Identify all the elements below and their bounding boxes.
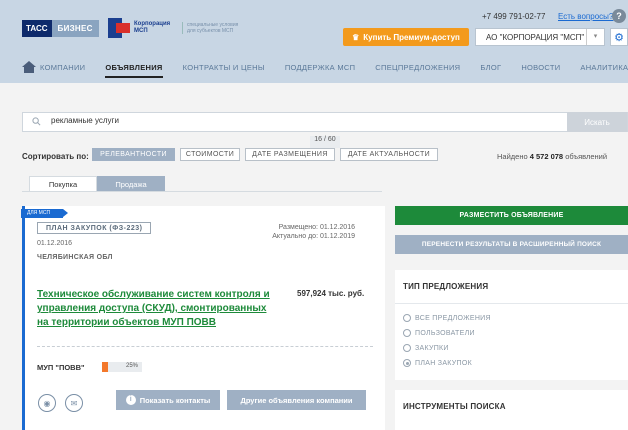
results-count: Найдено 4 572 078 объявлений [497,152,607,161]
site-header: ТАСС БИЗНЕС Корпорация МСП специальные у… [0,0,628,83]
customer-rating-label: 25% [126,363,139,369]
placed-date: Размещено: 01.12.2016 [278,224,355,231]
customer-rating-bar: 25% [102,362,142,372]
procurement-plan-badge: ПЛАН ЗАКУПОК (ФЗ-223) [37,222,152,234]
radio-circle-icon [403,329,411,337]
offer-type-separator [395,303,628,304]
radio-circle-icon [403,314,411,322]
offer-type-panel: ТИП ПРЕДЛОЖЕНИЯ ВСЕ ПРЕДЛОЖЕНИЯ ПОЛЬЗОВА… [395,270,628,380]
announcement-price: 597,924 тыс. руб. [297,289,365,298]
nav-item-contracts[interactable]: КОНТРАКТЫ И ЦЕНЫ [183,63,265,72]
search-input[interactable] [51,116,551,125]
radio-users[interactable]: ПОЛЬЗОВАТЕЛИ [403,329,475,337]
customer-name[interactable]: МУП "ПОВВ" [37,363,85,372]
sort-price-button[interactable]: СТОИМОСТИ [180,148,240,161]
search-button[interactable]: Искать [567,112,627,132]
msp-name: Корпорация МСП [134,21,171,34]
results-count-number: 4 572 078 [529,152,564,161]
tab-sale[interactable]: Продажа [97,176,165,192]
organization-select[interactable]: АО "КОРПОРАЦИЯ "МСП" ▾ [475,28,605,46]
announcement-date: 01.12.2016 [37,240,73,247]
message-button[interactable]: ✉ [65,394,83,412]
post-announcement-button[interactable]: РАЗМЕСТИТЬ ОБЪЯВЛЕНИЕ [395,206,628,225]
radio-procurement-plan-label: ПЛАН ЗАКУПОК [415,359,472,367]
msp-logo-icon [108,18,130,38]
nav-item-support[interactable]: ПОДДЕРЖКА МСП [285,63,355,72]
sort-date-actual-button[interactable]: ДАТЕ АКТУАЛЬНОСТИ [340,148,438,161]
tass-business-logo[interactable]: ТАСС БИЗНЕС [22,20,99,37]
transfer-to-advanced-search-button[interactable]: ПЕРЕНЕСТИ РЕЗУЛЬТАТЫ В РАСШИРЕННЫЙ ПОИСК [395,235,628,254]
radio-purchases[interactable]: ЗАКУПКИ [403,344,449,352]
announcement-region: ЧЕЛЯБИНСКАЯ ОБЛ [37,254,113,261]
show-contacts-button[interactable]: i Показать контакты [116,390,220,410]
tab-purchase[interactable]: Покупка [29,176,97,192]
nav-item-special-offers[interactable]: СПЕЦПРЕДЛОЖЕНИЯ [375,63,460,72]
results-count-suffix: объявлений [563,152,608,161]
tabs-divider [22,191,382,192]
main-nav: КОМПАНИИ ОБЪЯВЛЕНИЯ КОНТРАКТЫ И ЦЕНЫ ПОД… [0,57,628,78]
crown-icon: ♛ [352,32,360,42]
show-contacts-label: Показать контакты [139,395,211,405]
radio-circle-icon [403,344,411,352]
actual-until-date: Актуально до: 01.12.2019 [272,233,355,240]
offer-type-title: ТИП ПРЕДЛОЖЕНИЯ [403,282,489,291]
view-button[interactable]: ◉ [38,394,56,412]
help-icon[interactable]: ? [612,9,626,23]
buy-premium-label: Купить Премиум-доступ [363,32,460,42]
msp-badge: ДЛЯ МСП [21,209,68,218]
sort-relevance-button[interactable]: РЕЛЕВАНТНОСТИ [92,148,175,161]
logo-biz-text: БИЗНЕС [51,20,99,37]
logo-tass-text: ТАСС [22,20,52,37]
radio-procurement-plan[interactable]: ПЛАН ЗАКУПОК [403,359,472,367]
radio-all-offers[interactable]: ВСЕ ПРЕДЛОЖЕНИЯ [403,314,491,322]
nav-item-companies[interactable]: КОМПАНИИ [40,63,85,72]
search-tools-panel: ИНСТРУМЕНТЫ ПОИСКА [395,390,628,430]
radio-all-offers-label: ВСЕ ПРЕДЛОЖЕНИЯ [415,314,491,322]
msp-corporation-logo[interactable]: Корпорация МСП специальные условия для с… [108,18,242,38]
sort-label: Сортировать по: [22,152,89,161]
radio-checked-icon [403,359,411,367]
card-divider [37,346,373,347]
radio-purchases-label: ЗАКУПКИ [415,344,449,352]
phone-number: +7 499 791-02-77 [482,12,546,21]
msp-subtitle: специальные условия для субъектов МСП [182,22,242,34]
page-counter: 16 / 60 [310,136,340,148]
radio-users-label: ПОЛЬЗОВАТЕЛИ [415,329,475,337]
other-company-announcements-button[interactable]: Другие объявления компании [227,390,366,410]
search-icon [32,117,41,126]
search-box: Искать [22,112,628,132]
sort-date-placed-button[interactable]: ДАТЕ РАЗМЕЩЕНИЯ [245,148,335,161]
search-tools-title[interactable]: ИНСТРУМЕНТЫ ПОИСКА [403,402,506,411]
mail-icon: ✉ [70,398,78,408]
eye-icon: ◉ [43,398,51,408]
nav-item-announcements[interactable]: ОБЪЯВЛЕНИЯ [105,63,163,78]
results-count-prefix: Найдено [497,152,530,161]
announcement-title-link[interactable]: Техническое обслуживание систем контроля… [37,288,277,330]
gear-icon[interactable]: ⚙ [610,28,628,46]
nav-item-analytics[interactable]: АНАЛИТИКА [580,63,628,72]
buy-premium-button[interactable]: ♛ Купить Премиум-доступ [343,28,469,46]
chevron-down-icon: ▾ [586,29,604,45]
nav-item-news[interactable]: НОВОСТИ [521,63,560,72]
questions-link[interactable]: Есть вопросы? [558,12,613,21]
info-icon: i [125,395,136,405]
customer-rating-fill [102,362,108,372]
organization-select-value: АО "КОРПОРАЦИЯ "МСП" [486,32,585,42]
nav-item-blog[interactable]: БЛОГ [480,63,501,72]
